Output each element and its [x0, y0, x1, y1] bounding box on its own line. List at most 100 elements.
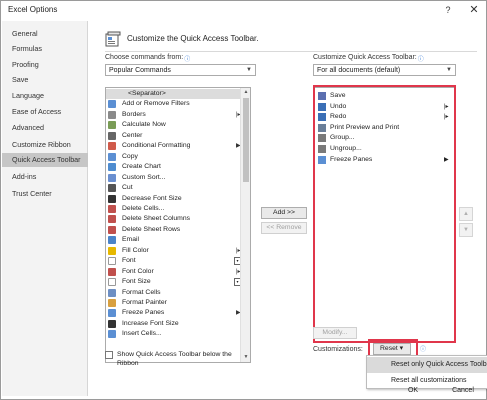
move-up-button[interactable]: ▲	[459, 207, 473, 221]
move-down-button[interactable]: ▼	[459, 223, 473, 237]
item-label: Delete Sheet Columns	[122, 215, 191, 223]
item-label: Font	[122, 257, 136, 265]
sidebar-item-quick-access-toolbar[interactable]: Quick Access Toolbar	[2, 153, 88, 167]
email-icon	[108, 236, 116, 245]
header-divider	[105, 51, 477, 52]
command-list-item[interactable]: Insert Cells...	[106, 329, 240, 339]
customize-toolbar-value: For all documents (default)	[317, 67, 401, 74]
item-label: Format Painter	[122, 299, 167, 306]
commands-list[interactable]: <Separator> Add or Remove Filters Borders |…	[105, 87, 251, 363]
command-list-item[interactable]: Format Cells	[106, 288, 240, 298]
copy-icon	[108, 152, 116, 161]
command-list-item[interactable]: Delete Sheet Rows	[106, 225, 240, 235]
font-decrease-icon	[108, 194, 116, 203]
command-list-item[interactable]: Create Chart	[106, 162, 240, 172]
item-label: Create Chart	[122, 163, 161, 171]
conditional-formatting-icon	[108, 142, 116, 151]
excel-options-dialog: Excel Options ? ✕ General Formulas Proof…	[0, 0, 487, 400]
item-label: Insert Cells...	[122, 330, 162, 338]
command-list-item[interactable]: Cut	[106, 183, 240, 193]
options-sidebar: General Formulas Proofing Save Language …	[2, 21, 88, 396]
info-icon: ⓘ	[184, 57, 191, 63]
sidebar-item-formulas[interactable]: Formulas	[2, 42, 88, 56]
command-list-item[interactable]: Delete Cells...	[106, 204, 240, 214]
item-label: Add or Remove Filters	[122, 100, 190, 108]
reset-dropdown-menu: Reset only Quick Access Toolbar Reset al…	[366, 355, 487, 389]
insert-cells-icon	[108, 330, 116, 339]
sidebar-item-save[interactable]: Save	[2, 73, 88, 87]
choose-commands-value: Popular Commands	[109, 67, 171, 74]
command-list-item[interactable]: Copy	[106, 152, 240, 162]
command-list-item[interactable]: Delete Sheet Columns	[106, 214, 240, 224]
delete-columns-icon	[108, 215, 116, 224]
item-label: Cut	[122, 184, 133, 192]
item-label: Increase Font Size	[122, 319, 179, 327]
command-list-item[interactable]: Fill Color |▸	[106, 246, 241, 256]
borders-icon	[108, 110, 116, 119]
remove-button[interactable]: << Remove	[261, 222, 307, 234]
command-list-item[interactable]: Decrease Font Size	[106, 194, 240, 204]
command-list-item[interactable]: Borders |▸	[106, 110, 241, 120]
sidebar-item-general[interactable]: General	[2, 27, 88, 41]
info-icon: ⓘ	[417, 57, 424, 63]
command-list-item[interactable]: Font Size ▾	[106, 277, 241, 287]
scroll-up-icon[interactable]: ▲	[241, 88, 250, 97]
item-label: Freeze Panes	[122, 309, 165, 317]
main-panel: Customize the Quick Access Toolbar. Choo…	[89, 21, 487, 399]
scroll-thumb[interactable]	[243, 98, 249, 182]
command-list-item[interactable]: Email	[106, 235, 240, 245]
freeze-panes-icon	[108, 309, 116, 318]
add-button[interactable]: Add >>	[261, 207, 307, 219]
choose-commands-label-text: Choose commands from:	[105, 54, 184, 61]
command-list-item[interactable]: Center	[106, 131, 240, 141]
close-button[interactable]: ✕	[467, 3, 481, 17]
customize-toolbar-select[interactable]: For all documents (default) ▼	[313, 64, 456, 76]
toolbar-list-highlight	[313, 85, 456, 343]
show-below-ribbon-label: Show Quick Access Toolbar below the Ribb…	[117, 351, 232, 367]
show-below-ribbon-checkbox[interactable]	[105, 351, 113, 359]
sort-icon	[108, 173, 116, 182]
sidebar-item-language[interactable]: Language	[2, 89, 88, 103]
item-label: Format Cells	[122, 288, 161, 296]
chevron-down-icon: ▼	[446, 67, 452, 73]
command-list-item[interactable]: Calculate Now	[106, 120, 240, 130]
font-icon	[108, 257, 116, 266]
choose-commands-select[interactable]: Popular Commands ▼	[105, 64, 256, 76]
cancel-button[interactable]: Cancel	[448, 385, 478, 397]
command-list-item[interactable]: <Separator>	[106, 89, 240, 100]
command-list-item[interactable]: Add or Remove Filters	[106, 99, 240, 109]
delete-cells-icon	[108, 204, 116, 213]
command-list-item[interactable]: Format Painter	[106, 298, 240, 308]
commands-scrollbar[interactable]: ▲ ▼	[240, 88, 250, 362]
sidebar-item-advanced[interactable]: Advanced	[2, 121, 88, 135]
sidebar-item-customize-ribbon[interactable]: Customize Ribbon	[2, 138, 88, 152]
window-title: Excel Options	[8, 5, 58, 14]
command-list-item[interactable]: Font ▾	[106, 256, 241, 266]
item-label: Delete Sheet Rows	[122, 225, 181, 233]
help-button[interactable]: ?	[441, 3, 455, 17]
scissors-icon	[108, 184, 116, 193]
item-label: Font Color	[122, 267, 154, 275]
command-list-item[interactable]: Custom Sort...	[106, 173, 240, 183]
sidebar-item-add-ins[interactable]: Add-ins	[2, 170, 88, 184]
reset-toolbar-menu-item[interactable]: Reset only Quick Access Toolbar	[367, 357, 487, 373]
item-label: Delete Cells...	[122, 204, 165, 212]
sidebar-item-trust-center[interactable]: Trust Center	[2, 187, 88, 201]
fill-color-icon	[108, 246, 116, 255]
format-painter-icon	[108, 299, 116, 307]
modify-button[interactable]: Modify...	[313, 327, 357, 339]
command-list-item[interactable]: Font Color |▸	[106, 267, 241, 277]
item-label: Copy	[122, 152, 138, 160]
item-label: Custom Sort...	[122, 173, 166, 181]
customize-toolbar-label-text: Customize Quick Access Toolbar:	[313, 54, 417, 61]
command-list-item[interactable]: Freeze Panes ▶	[106, 308, 241, 318]
ok-button[interactable]: OK	[402, 385, 424, 397]
sidebar-item-proofing[interactable]: Proofing	[2, 58, 88, 72]
command-list-item[interactable]: Increase Font Size	[106, 319, 240, 329]
sidebar-item-ease-of-access[interactable]: Ease of Access	[2, 105, 88, 119]
format-cells-icon	[108, 288, 116, 297]
filter-icon	[108, 100, 116, 109]
delete-rows-icon	[108, 225, 116, 234]
command-list-item[interactable]: Conditional Formatting ▶	[106, 141, 241, 151]
title-bar: Excel Options ? ✕	[1, 1, 486, 21]
